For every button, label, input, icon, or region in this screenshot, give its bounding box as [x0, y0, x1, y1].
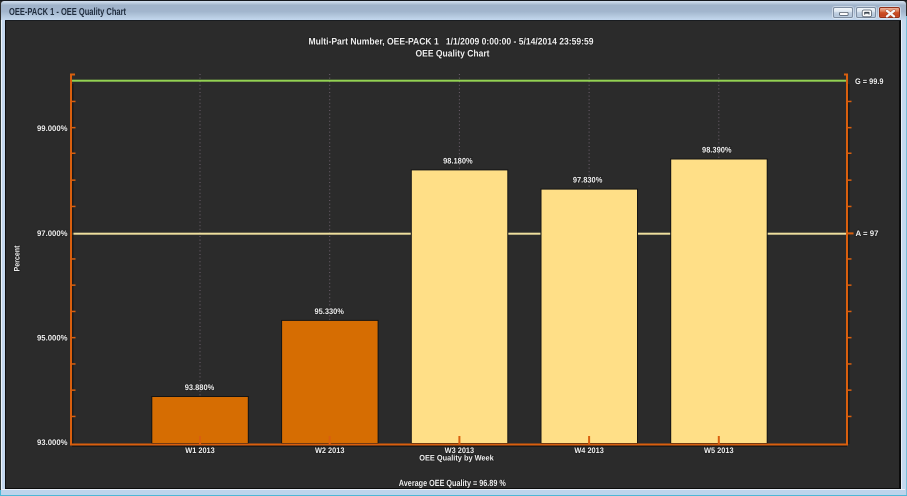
svg-text:Percent: Percent: [13, 245, 22, 271]
svg-text:98.180%: 98.180%: [443, 156, 473, 165]
svg-text:99.000%: 99.000%: [37, 124, 68, 133]
svg-text:W1 2013: W1 2013: [185, 446, 215, 455]
svg-text:97.000%: 97.000%: [37, 229, 68, 238]
svg-text:OEE-PACK 1 - OEE Quality Chart: OEE-PACK 1 - OEE Quality Chart: [9, 7, 127, 18]
svg-text:Average OEE Quality = 96.89 %: Average OEE Quality = 96.89 %: [399, 478, 506, 488]
svg-text:W5 2013: W5 2013: [704, 446, 734, 455]
svg-text:G = 99.9: G = 99.9: [855, 77, 884, 86]
svg-text:97.830%: 97.830%: [573, 176, 603, 185]
svg-text:95.000%: 95.000%: [37, 334, 68, 343]
svg-text:A = 97: A = 97: [856, 229, 880, 238]
svg-text:93.880%: 93.880%: [185, 383, 215, 392]
svg-text:W4 2013: W4 2013: [574, 446, 604, 455]
svg-text:OEE Quality by Week: OEE Quality by Week: [419, 453, 494, 462]
svg-text:Multi-Part Number, OEE-PACK 1: Multi-Part Number, OEE-PACK 1 1/1/2009 0…: [309, 37, 594, 48]
svg-text:OEE Quality Chart: OEE Quality Chart: [416, 49, 491, 60]
svg-text:93.000%: 93.000%: [37, 438, 68, 447]
svg-text:W2 2013: W2 2013: [315, 446, 345, 455]
svg-text:95.330%: 95.330%: [314, 307, 344, 316]
svg-text:98.390%: 98.390%: [702, 146, 732, 155]
